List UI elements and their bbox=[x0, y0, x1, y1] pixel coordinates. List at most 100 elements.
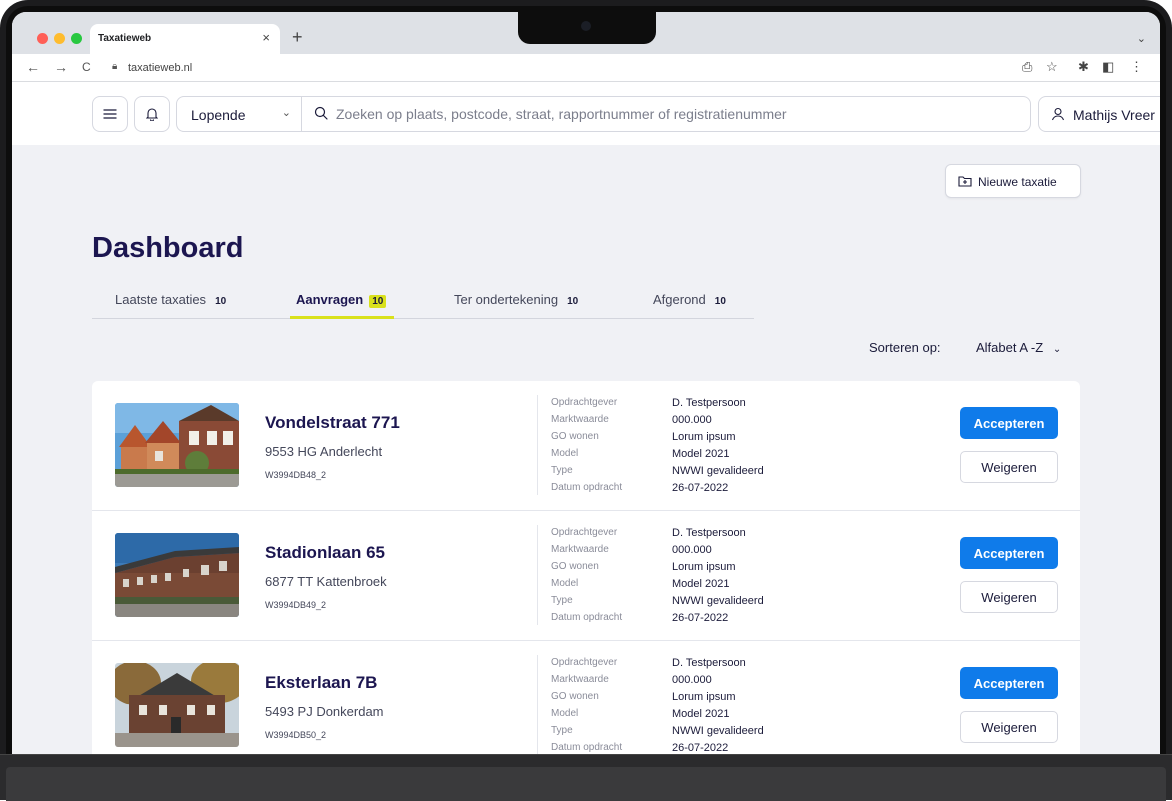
browser-address-bar: ← → C 🔒︎ taxatieweb.nl ⎙ ☆ ✱ ◧ ⋮ bbox=[12, 54, 1160, 82]
tab-ter-ondertekening[interactable]: Ter ondertekening 10 bbox=[454, 292, 581, 308]
detail-label: GO wonen bbox=[551, 691, 599, 702]
new-valuation-label: Nieuwe taxatie bbox=[978, 175, 1057, 189]
tab-afgerond[interactable]: Afgerond 10 bbox=[653, 292, 729, 308]
detail-label: Model bbox=[551, 448, 579, 459]
detail-value: NWWI gevalideerd bbox=[672, 595, 764, 607]
laptop-base bbox=[0, 754, 1172, 801]
detail-value: NWWI gevalideerd bbox=[672, 465, 764, 477]
divider bbox=[537, 525, 538, 625]
property-city: 9553 HG Anderlecht bbox=[265, 444, 383, 459]
browser-tab[interactable]: Taxatieweb × bbox=[90, 24, 280, 54]
tab-search-icon[interactable]: ⌄ bbox=[1137, 32, 1146, 45]
search-icon bbox=[314, 106, 328, 120]
user-menu-button[interactable]: Mathijs Vreer bbox=[1038, 96, 1160, 132]
house-photo bbox=[115, 403, 239, 487]
share-icon[interactable]: ⎙ bbox=[1022, 59, 1032, 75]
accept-button[interactable]: Accepteren bbox=[960, 667, 1058, 699]
folder-add-icon bbox=[958, 176, 972, 187]
search-bar bbox=[301, 96, 1031, 132]
new-tab-button[interactable]: + bbox=[292, 27, 303, 48]
tab-count-badge: 10 bbox=[714, 296, 726, 307]
detail-label: Model bbox=[551, 708, 579, 719]
request-details: Opdrachtgever D. Testpersoon Marktwaarde 0… bbox=[551, 395, 811, 497]
detail-value: Model 2021 bbox=[672, 578, 730, 590]
maximize-window-button[interactable] bbox=[71, 33, 82, 44]
request-details: Opdrachtgever D. Testpersoon Marktwaarde 0… bbox=[551, 655, 811, 754]
url-field[interactable]: 🔒︎ taxatieweb.nl bbox=[104, 57, 1064, 79]
detail-value: Model 2021 bbox=[672, 448, 730, 460]
detail-label: GO wonen bbox=[551, 431, 599, 442]
active-tab-indicator bbox=[290, 316, 394, 319]
tab-count-badge: 10 bbox=[369, 295, 387, 308]
detail-value: 000.000 bbox=[672, 674, 712, 686]
divider bbox=[537, 655, 538, 754]
page-title: Dashboard bbox=[92, 232, 244, 264]
minimize-window-button[interactable] bbox=[54, 33, 65, 44]
property-city: 5493 PJ Donkerdam bbox=[265, 704, 384, 719]
sort-select[interactable]: Alfabet A -Z ⌄ bbox=[976, 340, 1061, 355]
browser-tab-title: Taxatieweb bbox=[98, 33, 152, 44]
detail-value: Model 2021 bbox=[672, 708, 730, 720]
chevron-down-icon: ⌄ bbox=[1052, 344, 1062, 355]
property-city: 6877 TT Kattenbroek bbox=[265, 574, 387, 589]
property-code: W3994DB50_2 bbox=[265, 730, 327, 740]
reject-button[interactable]: Weigeren bbox=[960, 451, 1058, 483]
detail-value: 26-07-2022 bbox=[672, 742, 729, 754]
tab-laatste-taxaties[interactable]: Laatste taxaties 10 bbox=[115, 292, 229, 308]
bookmark-star-icon[interactable]: ☆ bbox=[1046, 59, 1058, 75]
status-select[interactable]: Lopende ⌄ bbox=[176, 96, 302, 132]
status-select-value: Lopende bbox=[191, 107, 246, 123]
camera-icon bbox=[581, 21, 591, 31]
side-panel-icon[interactable]: ◧ bbox=[1102, 59, 1114, 75]
close-window-button[interactable] bbox=[37, 33, 48, 44]
reload-button[interactable]: C bbox=[82, 60, 91, 74]
back-button[interactable]: ← bbox=[26, 59, 40, 75]
extensions-icon[interactable]: ✱ bbox=[1078, 59, 1089, 75]
list-item: Stadionlaan 65 6877 TT Kattenbroek W3994… bbox=[92, 511, 1080, 641]
hamburger-icon bbox=[103, 109, 117, 119]
request-list: Vondelstraat 771 9553 HG Anderlecht W399… bbox=[92, 381, 1080, 754]
notifications-button[interactable] bbox=[134, 96, 170, 132]
tab-aanvragen[interactable]: Aanvragen 10 bbox=[296, 292, 387, 308]
user-name: Mathijs Vreer bbox=[1073, 107, 1155, 123]
detail-label: Model bbox=[551, 578, 579, 589]
house-photo bbox=[115, 663, 239, 747]
detail-label: Opdrachtgever bbox=[551, 397, 618, 408]
new-valuation-button[interactable]: Nieuwe taxatie bbox=[945, 164, 1081, 198]
screen: Taxatieweb × + ⌄ ← → C 🔒︎ taxatieweb.nl … bbox=[12, 12, 1160, 754]
bell-icon bbox=[146, 108, 158, 121]
property-address[interactable]: Vondelstraat 771 bbox=[265, 413, 400, 433]
list-item: Vondelstraat 771 9553 HG Anderlecht W399… bbox=[92, 381, 1080, 511]
menu-button[interactable] bbox=[92, 96, 128, 132]
detail-value: D. Testpersoon bbox=[672, 657, 746, 669]
detail-value: D. Testpersoon bbox=[672, 397, 746, 409]
reject-button[interactable]: Weigeren bbox=[960, 581, 1058, 613]
accept-button[interactable]: Accepteren bbox=[960, 537, 1058, 569]
tab-label: Ter ondertekening bbox=[454, 292, 559, 307]
chevron-down-icon: ⌄ bbox=[281, 107, 291, 119]
browser-menu-icon[interactable]: ⋮ bbox=[1130, 59, 1143, 75]
property-address[interactable]: Eksterlaan 7B bbox=[265, 673, 377, 693]
detail-label: GO wonen bbox=[551, 561, 599, 572]
property-address[interactable]: Stadionlaan 65 bbox=[265, 543, 385, 563]
reject-button[interactable]: Weigeren bbox=[960, 711, 1058, 743]
detail-label: Datum opdracht bbox=[551, 612, 623, 623]
detail-value: D. Testpersoon bbox=[672, 527, 746, 539]
dashboard-tabs: Laatste taxaties 10 Aanvragen 10 Ter onder… bbox=[92, 287, 754, 319]
tab-count-badge: 10 bbox=[215, 296, 227, 307]
search-input[interactable] bbox=[336, 97, 1026, 131]
detail-value: Lorum ipsum bbox=[672, 691, 736, 703]
close-tab-icon[interactable]: × bbox=[262, 30, 270, 45]
app-header: Lopende ⌄ Mathijs Vreer bbox=[12, 82, 1160, 145]
laptop-base-lip bbox=[6, 767, 1166, 801]
tab-count-badge: 10 bbox=[567, 296, 579, 307]
detail-label: Datum opdracht bbox=[551, 742, 623, 753]
forward-button[interactable]: → bbox=[54, 59, 68, 75]
divider bbox=[537, 395, 538, 495]
detail-value: 26-07-2022 bbox=[672, 482, 729, 494]
detail-label: Datum opdracht bbox=[551, 482, 623, 493]
detail-value: 000.000 bbox=[672, 544, 712, 556]
tab-label: Laatste taxaties bbox=[115, 292, 207, 307]
request-details: Opdrachtgever D. Testpersoon Marktwaarde 0… bbox=[551, 525, 811, 627]
accept-button[interactable]: Accepteren bbox=[960, 407, 1058, 439]
